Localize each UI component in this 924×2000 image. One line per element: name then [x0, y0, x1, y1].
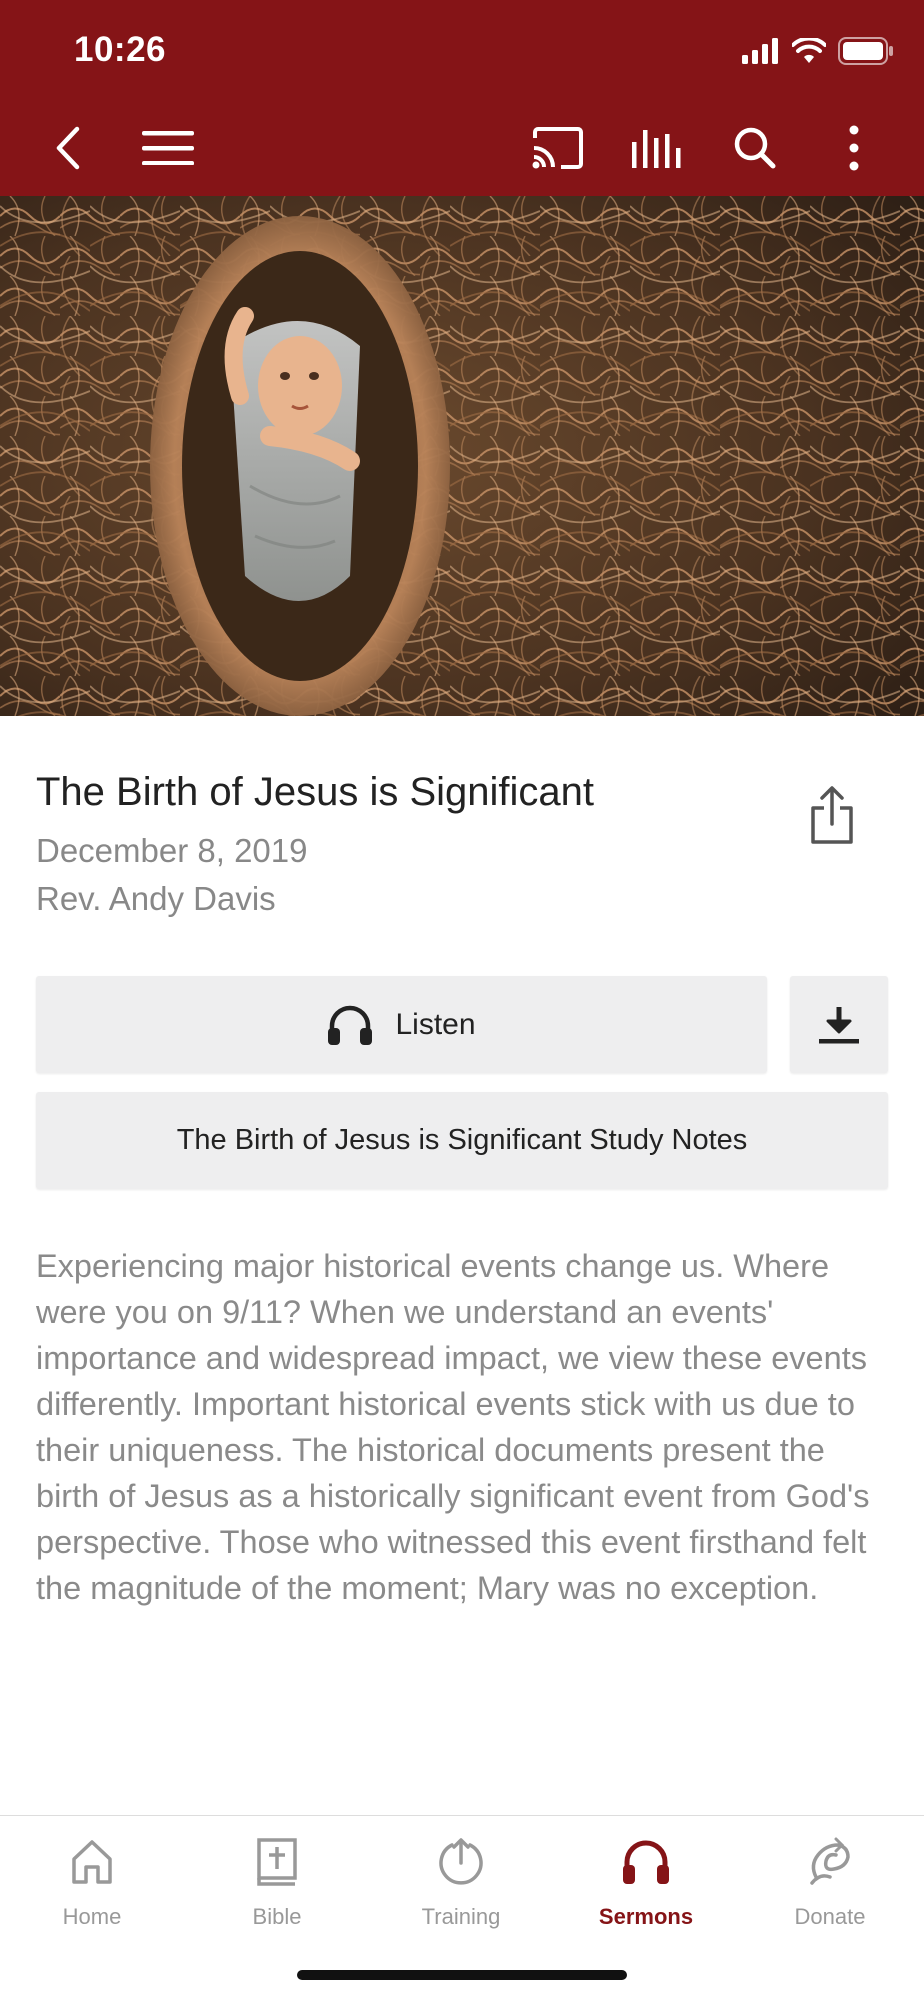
battery-icon — [838, 37, 893, 65]
toolbar — [0, 110, 924, 186]
share-icon — [811, 786, 853, 844]
cast-button[interactable] — [520, 110, 596, 186]
listen-button[interactable]: Listen — [36, 976, 767, 1073]
training-icon — [439, 1838, 483, 1885]
study-notes-button[interactable]: The Birth of Jesus is Significant Study … — [36, 1092, 888, 1189]
cast-icon — [532, 127, 583, 169]
nav-label-training: Training — [421, 1904, 501, 1929]
back-button[interactable] — [30, 110, 106, 186]
nav-label-sermons: Sermons — [598, 1904, 694, 1929]
listen-label: Listen — [395, 1007, 476, 1041]
home-indicator — [297, 1970, 627, 1980]
search-button[interactable] — [717, 110, 793, 186]
headphones-icon — [328, 1005, 373, 1045]
signal-icon — [742, 38, 778, 64]
nav-label-donate: Donate — [794, 1904, 866, 1929]
download-icon — [819, 1006, 859, 1043]
bible-icon — [257, 1838, 297, 1886]
headphones-icon — [623, 1840, 669, 1884]
home-icon — [72, 1840, 112, 1884]
nav-item-bible[interactable]: Bible — [202, 1834, 352, 1944]
status-icons — [742, 36, 894, 66]
status-time: 10:26 — [74, 30, 167, 69]
app-header: 10:26 — [0, 0, 924, 196]
status-bar: 10:26 — [0, 0, 924, 100]
equalizer-button[interactable] — [619, 110, 695, 186]
more-button[interactable] — [816, 110, 892, 186]
more-vertical-icon — [849, 125, 859, 171]
sermon-description: Experiencing major historical events cha… — [36, 1248, 870, 1606]
nav-item-sermons[interactable]: Sermons — [571, 1834, 721, 1944]
search-icon — [734, 127, 776, 169]
nav-item-home[interactable]: Home — [17, 1834, 167, 1944]
sermon-date: December 8, 2019 — [36, 832, 308, 869]
share-button[interactable] — [800, 780, 864, 850]
menu-button[interactable] — [130, 110, 206, 186]
nativity-image — [0, 196, 924, 716]
nav-item-donate[interactable]: Donate — [755, 1834, 905, 1944]
menu-icon — [142, 131, 194, 165]
sermon-title: The Birth of Jesus is Significant — [36, 770, 595, 814]
sermon-author: Rev. Andy Davis — [36, 880, 276, 917]
donate-icon — [810, 1837, 850, 1885]
download-button[interactable] — [790, 976, 888, 1073]
sermon-detail-screen: 10:26 The Birth of Jesus is Significant … — [0, 0, 924, 2000]
nav-label-bible: Bible — [252, 1904, 302, 1929]
nav-item-training[interactable]: Training — [386, 1834, 536, 1944]
sermon-hero-image — [0, 196, 924, 716]
nav-label-home: Home — [62, 1904, 122, 1929]
equalizer-icon — [632, 130, 681, 168]
wifi-icon — [792, 38, 826, 63]
back-icon — [56, 126, 80, 170]
